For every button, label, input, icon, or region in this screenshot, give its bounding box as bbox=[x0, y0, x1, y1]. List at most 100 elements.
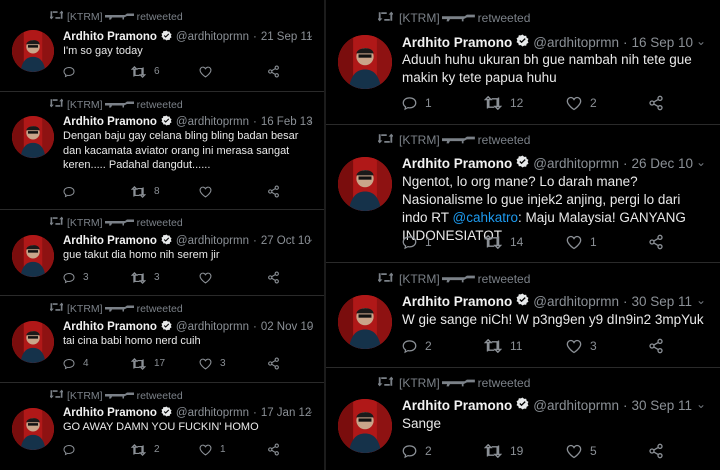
share-button[interactable] bbox=[648, 234, 720, 250]
retweet-context: [KTRM] retweeted bbox=[376, 272, 530, 286]
author-name[interactable]: Ardhito Pramono bbox=[402, 294, 512, 309]
author-handle[interactable]: @ardhitoprmn bbox=[176, 407, 249, 419]
retweet-button[interactable]: 2 bbox=[131, 443, 199, 456]
tweet-card[interactable]: [KTRM] retweeted Ardhito Pramono @ardhit… bbox=[326, 124, 720, 263]
share-button[interactable] bbox=[267, 65, 324, 78]
like-count: 3 bbox=[590, 339, 597, 353]
author-name[interactable]: Ardhito Pramono bbox=[63, 321, 157, 333]
author-handle[interactable]: @ardhitoprmn bbox=[176, 321, 249, 333]
chevron-down-icon[interactable]: ⌄ bbox=[306, 30, 314, 41]
tweet-card[interactable]: [KTRM] retweeted Ardhito Pramono @ardhit… bbox=[0, 91, 324, 210]
share-button[interactable] bbox=[267, 357, 324, 370]
retweet-button[interactable]: 3 bbox=[131, 271, 199, 284]
retweet-button[interactable]: 6 bbox=[131, 65, 199, 78]
avatar[interactable] bbox=[12, 116, 54, 158]
like-button[interactable] bbox=[199, 186, 267, 198]
retweet-icon bbox=[376, 11, 395, 25]
retweet-button[interactable]: 12 bbox=[484, 96, 566, 110]
tweet-date[interactable]: 30 Sep 11 bbox=[632, 398, 693, 413]
tweet-card[interactable]: [KTRM] retweeted Ardhito Pramono @ardhit… bbox=[0, 209, 324, 296]
author-handle[interactable]: @ardhitoprmn bbox=[176, 116, 249, 128]
tweet-date[interactable]: 30 Sep 11 bbox=[632, 294, 693, 309]
reply-button[interactable]: 1 bbox=[402, 96, 484, 111]
retweet-button[interactable]: 17 bbox=[131, 357, 199, 370]
author-handle[interactable]: @ardhitoprmn bbox=[176, 31, 249, 43]
like-button[interactable]: 1 bbox=[199, 444, 267, 456]
author-handle[interactable]: @ardhitoprmn bbox=[533, 156, 619, 171]
author-handle[interactable]: @ardhitoprmn bbox=[533, 294, 619, 309]
like-button[interactable]: 1 bbox=[566, 235, 648, 250]
retweet-button[interactable]: 19 bbox=[484, 444, 566, 458]
avatar[interactable] bbox=[338, 399, 392, 453]
tweet-date[interactable]: 17 Jan 12 bbox=[261, 407, 312, 419]
reply-button[interactable] bbox=[63, 444, 131, 456]
author-name[interactable]: Ardhito Pramono bbox=[63, 235, 157, 247]
like-button[interactable] bbox=[199, 66, 267, 78]
tweet-card[interactable]: [KTRM] retweeted Ardhito Pramono @ardhit… bbox=[326, 0, 720, 125]
like-button[interactable]: 2 bbox=[566, 96, 648, 111]
chevron-down-icon[interactable]: ⌄ bbox=[306, 234, 314, 245]
author-name[interactable]: Ardhito Pramono bbox=[63, 407, 157, 419]
share-button[interactable] bbox=[648, 443, 720, 459]
chevron-down-icon[interactable]: ⌄ bbox=[306, 320, 314, 331]
share-button[interactable] bbox=[648, 95, 720, 111]
retweet-button[interactable]: 8 bbox=[131, 185, 199, 198]
avatar[interactable] bbox=[12, 321, 54, 363]
author-handle[interactable]: @ardhitoprmn bbox=[176, 235, 249, 247]
author-name[interactable]: Ardhito Pramono bbox=[63, 31, 157, 43]
avatar[interactable] bbox=[338, 295, 392, 349]
chevron-down-icon[interactable]: ⌄ bbox=[696, 155, 706, 169]
heart-icon bbox=[566, 444, 582, 458]
tweet-date[interactable]: 26 Dec 10 bbox=[632, 156, 694, 171]
like-button[interactable]: 5 bbox=[566, 444, 648, 459]
chevron-down-icon[interactable]: ⌄ bbox=[696, 397, 706, 411]
author-name[interactable]: Ardhito Pramono bbox=[402, 156, 512, 171]
reply-button[interactable]: 4 bbox=[63, 358, 131, 370]
rifle-icon bbox=[104, 390, 135, 402]
reply-button[interactable]: 2 bbox=[402, 444, 484, 459]
retweet-button[interactable]: 14 bbox=[484, 235, 566, 249]
reply-button[interactable]: 1 bbox=[402, 235, 484, 250]
tweet-text: W gie sange niCh! W p3ng9en y9 dIn9in2 3… bbox=[402, 312, 704, 327]
avatar[interactable] bbox=[338, 157, 392, 211]
author-name[interactable]: Ardhito Pramono bbox=[63, 116, 157, 128]
tweet-card[interactable]: [KTRM] retweeted Ardhito Pramono @ardhit… bbox=[326, 262, 720, 368]
share-button[interactable] bbox=[267, 271, 324, 284]
tweet-card[interactable]: [KTRM] retweeted Ardhito Pramono @ardhit… bbox=[326, 367, 720, 470]
reply-button[interactable] bbox=[63, 66, 131, 78]
share-button[interactable] bbox=[267, 185, 324, 198]
like-button[interactable]: 3 bbox=[199, 358, 267, 370]
author-name[interactable]: Ardhito Pramono bbox=[402, 35, 512, 50]
tweet-card[interactable]: [KTRM] retweeted Ardhito Pramono @ardhit… bbox=[0, 382, 324, 470]
tweet-card[interactable]: [KTRM] retweeted Ardhito Pramono @ardhit… bbox=[0, 0, 324, 92]
chevron-down-icon[interactable]: ⌄ bbox=[696, 293, 706, 307]
reply-button[interactable] bbox=[63, 186, 131, 198]
reply-button[interactable]: 3 bbox=[63, 272, 131, 284]
mention-link[interactable]: @cahkatro bbox=[453, 210, 518, 225]
retweet-button[interactable]: 11 bbox=[484, 339, 566, 353]
like-button[interactable] bbox=[199, 272, 267, 284]
tweet-date[interactable]: 27 Oct 10 bbox=[261, 235, 311, 247]
author-name[interactable]: Ardhito Pramono bbox=[402, 398, 512, 413]
share-icon bbox=[268, 65, 279, 78]
retweeted-label: retweeted bbox=[136, 10, 183, 23]
avatar[interactable] bbox=[338, 35, 392, 89]
chevron-down-icon[interactable]: ⌄ bbox=[306, 406, 314, 417]
tweet-actions: 6 bbox=[63, 65, 324, 78]
author-handle[interactable]: @ardhitoprmn bbox=[533, 35, 619, 50]
tweet-card[interactable]: [KTRM] retweeted Ardhito Pramono @ardhit… bbox=[0, 295, 324, 383]
reply-count: 3 bbox=[83, 272, 89, 283]
tweet-date[interactable]: 16 Sep 10 bbox=[632, 35, 694, 50]
like-button[interactable]: 3 bbox=[566, 339, 648, 354]
share-button[interactable] bbox=[267, 443, 324, 456]
chevron-down-icon[interactable]: ⌄ bbox=[696, 34, 706, 48]
share-button[interactable] bbox=[648, 338, 720, 354]
author-handle[interactable]: @ardhitoprmn bbox=[533, 398, 619, 413]
reply-button[interactable]: 2 bbox=[402, 339, 484, 354]
avatar[interactable] bbox=[12, 235, 54, 277]
chevron-down-icon[interactable]: ⌄ bbox=[306, 115, 314, 126]
reply-count: 4 bbox=[83, 358, 89, 369]
avatar[interactable] bbox=[12, 408, 54, 450]
separator-dot: · bbox=[252, 116, 257, 128]
avatar[interactable] bbox=[12, 30, 54, 72]
